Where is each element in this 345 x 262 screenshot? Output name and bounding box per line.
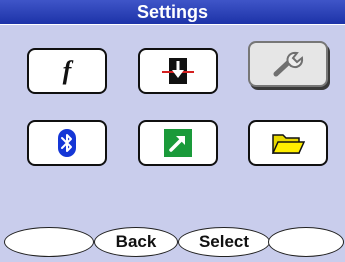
device-screen: Settings f Back Select xyxy=(0,0,345,262)
bluetooth-icon xyxy=(57,128,77,158)
wrench-icon xyxy=(268,49,308,79)
download-icon xyxy=(160,55,196,87)
select-softkey[interactable]: Select xyxy=(178,227,270,257)
shortcut-tile[interactable] xyxy=(138,120,218,166)
softkey-bar: Back Select xyxy=(0,224,345,262)
page-title: Settings xyxy=(0,0,345,25)
right-softkey[interactable] xyxy=(268,227,344,257)
folder-tile[interactable] xyxy=(248,120,328,166)
function-tile[interactable]: f xyxy=(27,48,107,94)
select-label: Select xyxy=(198,232,250,251)
back-softkey[interactable]: Back xyxy=(94,227,178,257)
download-tile[interactable] xyxy=(138,48,218,94)
bluetooth-tile[interactable] xyxy=(27,120,107,166)
svg-text:f: f xyxy=(63,56,74,85)
folder-icon xyxy=(271,129,305,157)
arrow-link-icon xyxy=(163,128,193,158)
settings-grid: f xyxy=(0,26,345,196)
left-softkey[interactable] xyxy=(4,227,94,257)
wrench-tile[interactable] xyxy=(248,41,328,87)
function-icon: f xyxy=(55,56,79,86)
back-label: Back xyxy=(115,232,157,251)
